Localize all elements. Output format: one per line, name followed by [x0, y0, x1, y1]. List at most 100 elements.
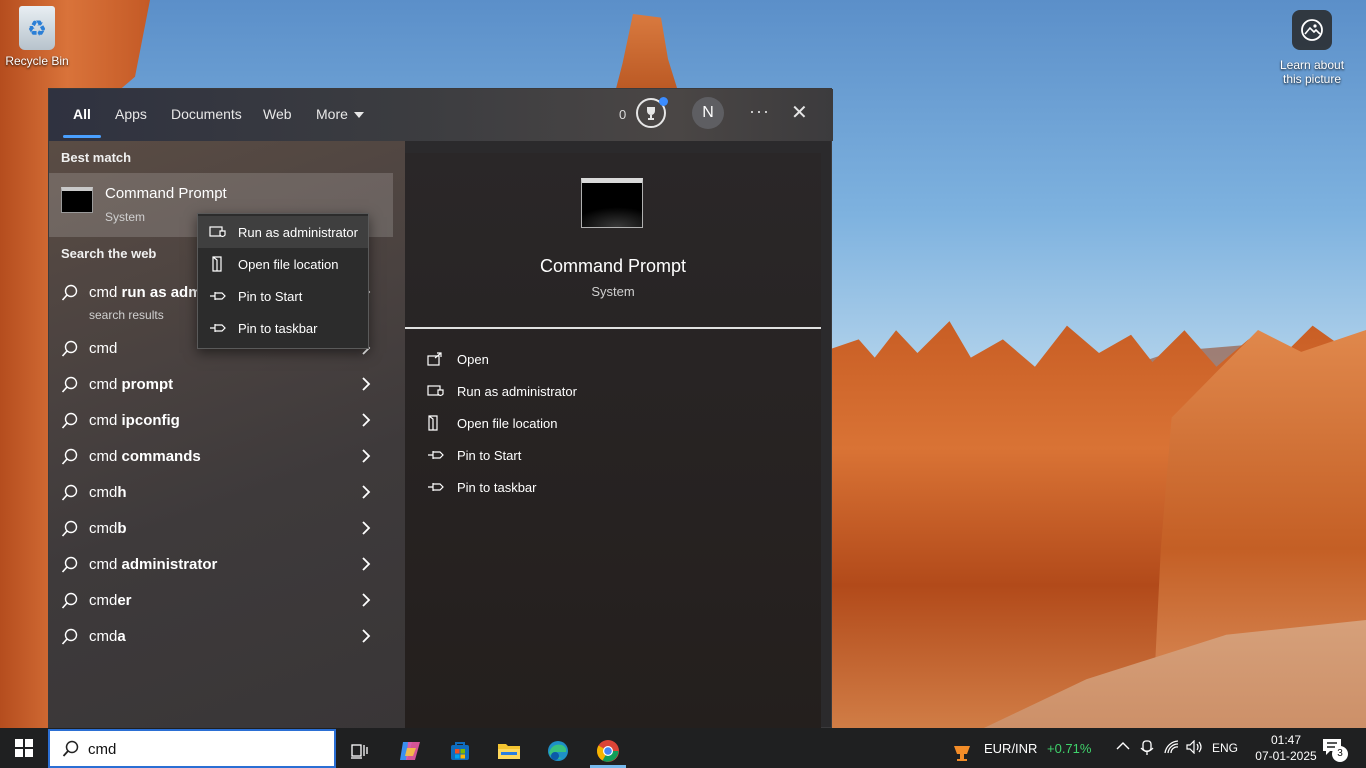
context-open-file-location[interactable]: Open file location [198, 248, 368, 280]
start-button[interactable] [0, 728, 48, 768]
web-result-suggestion: b [117, 520, 127, 537]
learn-label-line2: this picture [1282, 72, 1342, 86]
web-result-text: cmdh [89, 484, 127, 501]
notification-dot [659, 97, 668, 106]
chrome-icon[interactable] [588, 734, 628, 768]
best-match-heading: Best match [61, 150, 132, 165]
file-location-icon [198, 256, 238, 272]
search-icon [62, 740, 80, 761]
context-run-as-admin[interactable]: Run as administrator [198, 216, 368, 248]
meet-now-icon[interactable] [1140, 740, 1154, 759]
pin-icon [198, 322, 238, 334]
ticker-pair[interactable]: EUR/INR [984, 741, 1037, 756]
chevron-down-icon [353, 112, 364, 119]
search-icon [61, 556, 79, 577]
web-result-prefix: cmd [89, 628, 118, 645]
microsoft-store-icon[interactable] [440, 734, 480, 768]
web-result-text: cmdb [89, 520, 127, 537]
rewards-points: 0 [619, 107, 627, 122]
context-item-label: Pin to Start [238, 288, 303, 304]
ticker-change[interactable]: +0.71% [1047, 741, 1091, 756]
search-icon [61, 520, 79, 541]
chevron-right-icon[interactable] [361, 376, 371, 395]
chevron-right-icon[interactable] [361, 592, 371, 611]
tab-documents[interactable]: Documents [171, 106, 242, 122]
chevron-right-icon[interactable] [361, 556, 371, 575]
avatar[interactable]: N [692, 97, 724, 129]
chevron-right-icon[interactable] [361, 628, 371, 647]
context-pin-to-taskbar[interactable]: Pin to taskbar [198, 312, 368, 344]
detail-pane: Command Prompt System Open Run as admini… [405, 153, 821, 729]
learn-label-line1: Learn about [1279, 58, 1345, 72]
action-label: Run as administrator [457, 383, 577, 399]
context-item-label: Run as administrator [238, 224, 358, 240]
recycle-bin-label: Recycle Bin [5, 54, 69, 68]
command-prompt-icon [61, 187, 93, 213]
context-menu: Run as administrator Open file location … [197, 213, 369, 349]
search-icon [61, 376, 79, 397]
chevron-right-icon[interactable] [361, 412, 371, 431]
clock[interactable]: 01:47 07-01-2025 [1250, 732, 1322, 764]
action-run-as-admin[interactable]: Run as administrator [427, 378, 577, 404]
tab-all[interactable]: All [73, 106, 91, 122]
taskbar-search-box[interactable] [48, 729, 336, 768]
web-result-text: cmda [89, 628, 126, 645]
task-view-icon[interactable] [340, 734, 380, 768]
web-result-row[interactable]: cmd administrator [49, 547, 393, 583]
web-result-row[interactable]: cmd prompt [49, 367, 393, 403]
copilot-icon[interactable] [390, 734, 430, 768]
file-explorer-icon[interactable] [489, 734, 529, 768]
search-input[interactable] [88, 739, 318, 759]
web-result-suggestion: commands [121, 448, 201, 465]
tab-more[interactable]: More [316, 106, 364, 122]
context-pin-to-start[interactable]: Pin to Start [198, 280, 368, 312]
close-icon[interactable]: ✕ [791, 103, 808, 123]
context-item-label: Open file location [238, 256, 339, 272]
learn-about-picture-icon [1292, 10, 1332, 50]
chevron-right-icon[interactable] [361, 520, 371, 539]
weather-widget-icon[interactable] [944, 734, 980, 768]
tab-web[interactable]: Web [263, 106, 292, 122]
web-result-row[interactable]: cmd ipconfig [49, 403, 393, 439]
chevron-right-icon[interactable] [361, 448, 371, 467]
web-result-suggestion: run as adm [121, 284, 202, 301]
web-result-suggestion: ipconfig [121, 412, 180, 429]
web-result-row[interactable]: cmder [49, 583, 393, 619]
web-result-row[interactable]: cmdh [49, 475, 393, 511]
recycle-bin-shortcut[interactable]: Recycle Bin [0, 6, 74, 68]
chevron-up-icon[interactable] [1116, 738, 1130, 754]
taskbar: EUR/INR +0.71% ENG 01:47 07-01-2025 [0, 728, 1366, 768]
web-result-row[interactable]: cmd commands [49, 439, 393, 475]
web-result-text: cmd run as adm [89, 284, 202, 301]
web-result-row[interactable]: cmda [49, 619, 393, 655]
action-open-file-location[interactable]: Open file location [427, 410, 557, 436]
volume-icon[interactable] [1186, 739, 1204, 757]
tab-apps[interactable]: Apps [115, 106, 147, 122]
action-pin-to-start[interactable]: Pin to Start [427, 442, 521, 468]
action-pin-to-taskbar[interactable]: Pin to taskbar [427, 474, 537, 500]
web-result-suggestion: prompt [121, 376, 174, 393]
learn-about-picture-shortcut[interactable]: Learn about this picture [1268, 10, 1356, 86]
pin-icon [198, 290, 238, 302]
more-options-icon[interactable]: ··· [749, 101, 770, 122]
search-panel-header: All Apps Documents Web More 0 N ··· ✕ [49, 89, 833, 141]
web-result-text: cmd prompt [89, 376, 173, 393]
clock-time: 01:47 [1270, 733, 1302, 747]
chevron-right-icon[interactable] [361, 484, 371, 503]
active-tab-indicator [63, 135, 101, 138]
action-label: Pin to taskbar [457, 479, 537, 495]
web-result-prefix: cmd [89, 448, 122, 465]
edge-icon[interactable] [538, 734, 578, 768]
action-open[interactable]: Open [427, 346, 489, 372]
web-result-prefix: cmd [89, 284, 122, 301]
web-result-prefix: cmd [89, 592, 118, 609]
web-result-text: cmd [89, 340, 117, 357]
context-item-label: Pin to taskbar [238, 320, 318, 336]
wifi-icon[interactable] [1164, 740, 1180, 757]
detail-subtitle: System [591, 284, 635, 299]
web-result-row[interactable]: cmdb [49, 511, 393, 547]
file-location-icon [427, 415, 457, 431]
language-indicator[interactable]: ENG [1212, 741, 1238, 755]
web-result-prefix: cmd [89, 520, 118, 537]
web-result-prefix: cmd [89, 412, 122, 429]
